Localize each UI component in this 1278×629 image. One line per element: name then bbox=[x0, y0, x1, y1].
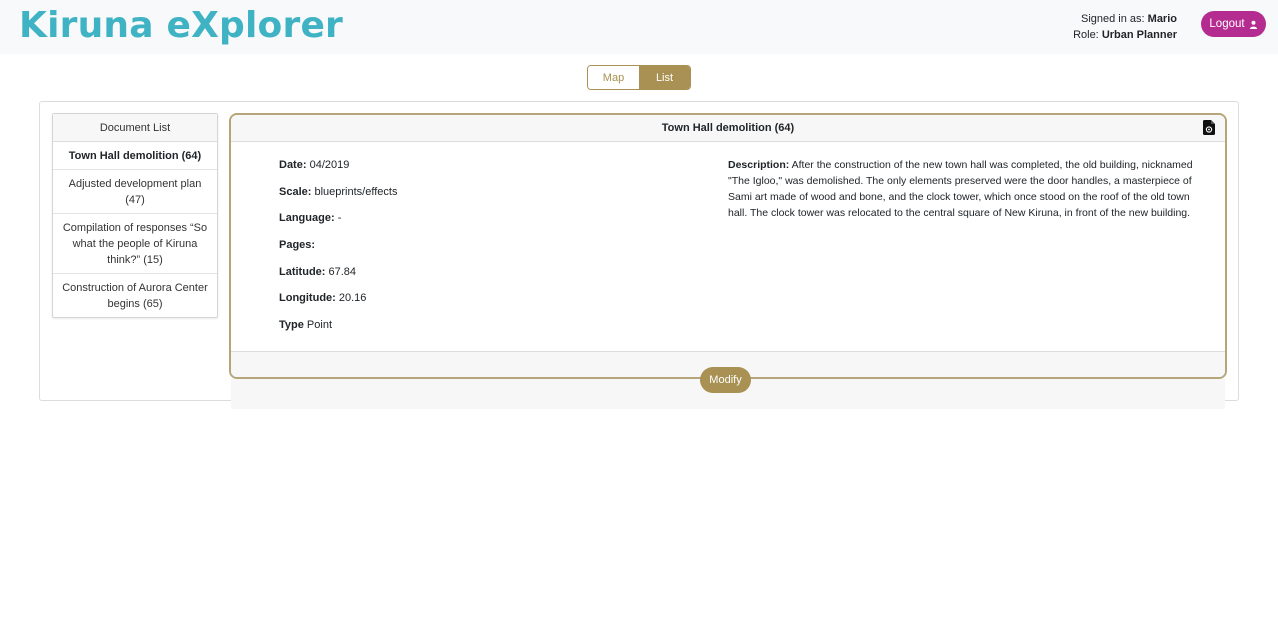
user-role: Urban Planner bbox=[1101, 29, 1177, 41]
latitude-label: Latitude: bbox=[279, 266, 326, 278]
logout-label: Logout bbox=[1209, 18, 1245, 30]
tab-list[interactable]: List bbox=[639, 66, 690, 89]
description-value: After the construction of the new town h… bbox=[728, 159, 1193, 219]
field-latitude: Latitude: 67.84 bbox=[279, 266, 356, 278]
navbar: Kiruna eXplorer Signed in as: Mario Role… bbox=[0, 0, 1278, 54]
role-label: Role: bbox=[1073, 29, 1099, 41]
document-list-item[interactable]: Construction of Aurora Center begins (65… bbox=[53, 274, 217, 318]
field-longitude: Longitude: 20.16 bbox=[279, 292, 366, 304]
app-title[interactable]: Kiruna eXplorer bbox=[19, 5, 343, 46]
document-list-item[interactable]: Adjusted development plan (47) bbox=[53, 170, 217, 214]
user-name: Mario bbox=[1147, 13, 1177, 25]
field-type: Type Point bbox=[279, 319, 332, 331]
date-value: 04/2019 bbox=[309, 159, 350, 171]
type-label: Type bbox=[279, 319, 304, 331]
modify-button[interactable]: Modify bbox=[700, 367, 751, 393]
field-scale: Scale: blueprints/effects bbox=[279, 186, 397, 198]
latitude-value: 67.84 bbox=[328, 266, 357, 278]
detail-header: Town Hall demolition (64) bbox=[231, 115, 1225, 142]
document-list-item[interactable]: Compilation of responses “So what the pe… bbox=[53, 214, 217, 274]
user-info: Signed in as: Mario Role: Urban Planner bbox=[1073, 11, 1177, 43]
document-list-header: Document List bbox=[53, 114, 217, 142]
field-description: Description: After the construction of t… bbox=[728, 157, 1208, 221]
language-value: - bbox=[337, 212, 342, 224]
document-detail-card: Town Hall demolition (64) Date: 04/2019 … bbox=[229, 113, 1227, 379]
logout-button[interactable]: Logout bbox=[1201, 11, 1266, 37]
pages-label: Pages: bbox=[279, 239, 316, 251]
detail-body: Date: 04/2019 Scale: blueprints/effects … bbox=[231, 142, 1225, 351]
language-label: Language: bbox=[279, 212, 335, 224]
date-label: Date: bbox=[279, 159, 307, 171]
detail-title: Town Hall demolition (64) bbox=[661, 122, 795, 134]
tab-map[interactable]: Map bbox=[588, 66, 639, 89]
type-value: Point bbox=[306, 319, 332, 331]
field-date: Date: 04/2019 bbox=[279, 159, 349, 171]
user-icon bbox=[1249, 20, 1257, 29]
signed-in-label: Signed in as: bbox=[1080, 13, 1145, 25]
file-icon[interactable] bbox=[1203, 120, 1215, 135]
longitude-value: 20.16 bbox=[338, 292, 367, 304]
scale-label: Scale: bbox=[279, 186, 312, 198]
document-list: Document List Town Hall demolition (64) … bbox=[52, 113, 218, 318]
view-toggle: Map List bbox=[587, 65, 691, 90]
scale-value: blueprints/effects bbox=[314, 186, 398, 198]
longitude-label: Longitude: bbox=[279, 292, 336, 304]
field-language: Language: - bbox=[279, 212, 341, 224]
document-list-item[interactable]: Town Hall demolition (64) bbox=[53, 142, 217, 170]
description-label: Description: bbox=[728, 159, 790, 171]
field-pages: Pages: bbox=[279, 239, 315, 251]
